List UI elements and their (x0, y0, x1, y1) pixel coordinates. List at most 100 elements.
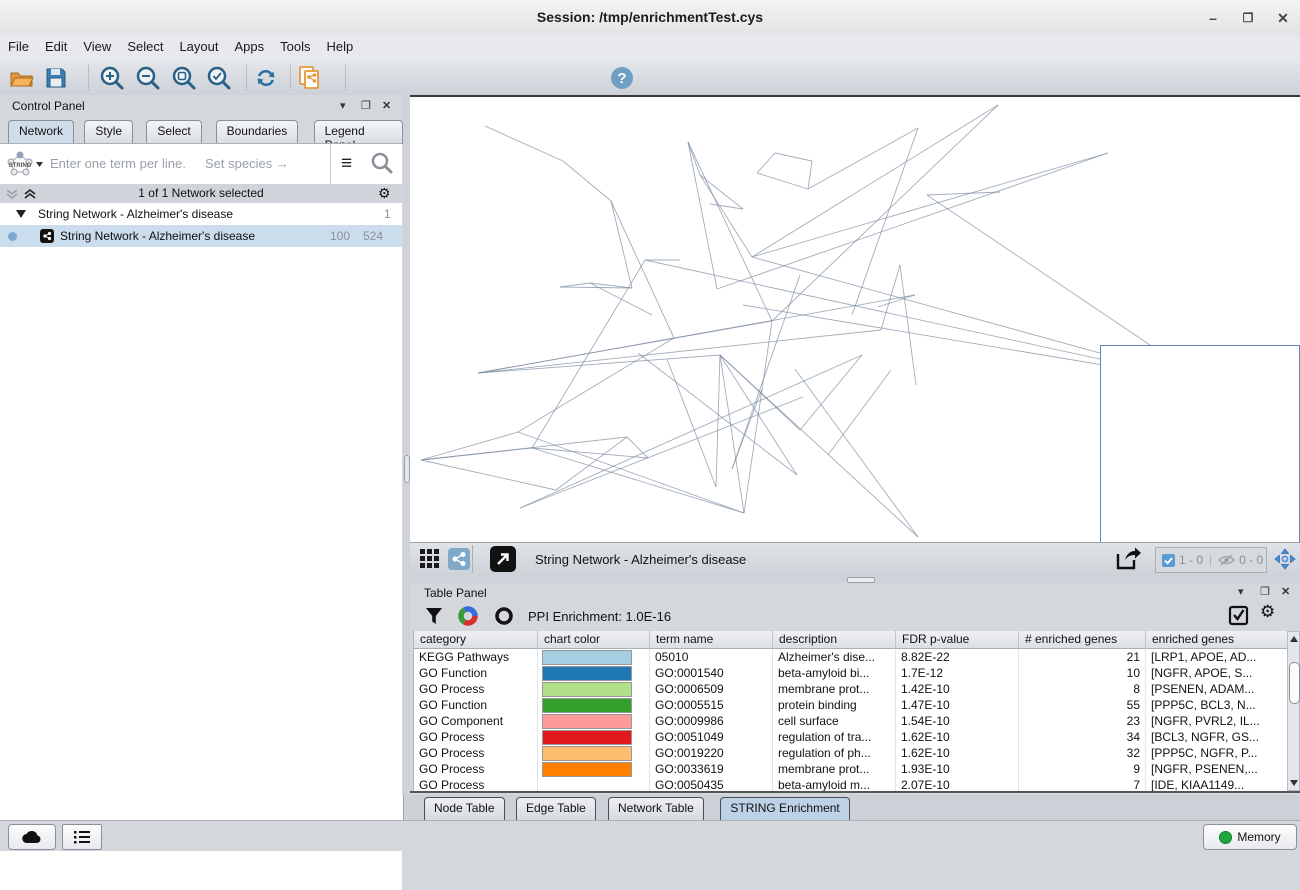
cell-genes[interactable]: [NGFR, APOE, S... (1146, 665, 1288, 681)
cell-color[interactable] (538, 745, 650, 761)
tab-select[interactable]: Select (146, 120, 201, 144)
string-term-input[interactable]: Enter one term per line. (50, 156, 186, 171)
minimize-button[interactable]: – (1198, 8, 1228, 28)
column-header-category[interactable]: category (414, 631, 538, 649)
open-in-window-icon[interactable] (490, 546, 516, 572)
menu-layout[interactable]: Layout (171, 35, 226, 58)
cell-description[interactable]: cell surface (773, 713, 896, 729)
cell-fdr[interactable]: 8.82E-22 (896, 649, 1019, 665)
cell-count[interactable]: 7 (1019, 777, 1146, 791)
cell-color[interactable] (538, 729, 650, 745)
horizontal-splitter[interactable] (410, 575, 1300, 583)
cell-fdr[interactable]: 2.07E-10 (896, 777, 1019, 791)
cell-fdr[interactable]: 1.7E-12 (896, 665, 1019, 681)
cell-term[interactable]: GO:0006509 (650, 681, 773, 697)
vertical-splitter[interactable] (403, 95, 410, 820)
cell-color[interactable] (538, 649, 650, 665)
zoom-fit-button[interactable] (170, 64, 198, 92)
refresh-button[interactable] (252, 64, 280, 92)
expand-all-icon[interactable] (23, 188, 37, 200)
cell-description[interactable]: beta-amyloid m... (773, 777, 896, 791)
network-options-gear-icon[interactable]: ⚙ (378, 185, 391, 202)
cell-genes[interactable]: [NGFR, PSENEN,... (1146, 761, 1288, 777)
cell-category[interactable]: KEGG Pathways (414, 649, 538, 665)
cell-color[interactable] (538, 777, 650, 791)
cell-description[interactable]: membrane prot... (773, 761, 896, 777)
cell-category[interactable]: GO Process (414, 681, 538, 697)
cell-description[interactable]: membrane prot... (773, 681, 896, 697)
zoom-in-button[interactable] (98, 64, 126, 92)
cell-count[interactable]: 10 (1019, 665, 1146, 681)
cell-category[interactable]: GO Component (414, 713, 538, 729)
cell-fdr[interactable]: 1.42E-10 (896, 681, 1019, 697)
birdseye-view[interactable] (1100, 345, 1300, 544)
cell-count[interactable]: 9 (1019, 761, 1146, 777)
memory-button[interactable]: Memory (1203, 824, 1297, 850)
panel-close-icon[interactable]: ✕ (382, 99, 391, 112)
cell-category[interactable]: GO Function (414, 665, 538, 681)
menu-help[interactable]: Help (319, 35, 362, 58)
scroll-down-icon[interactable] (1290, 780, 1298, 786)
enrichment-table[interactable]: categorychart colorterm namedescriptionF… (413, 631, 1288, 791)
table-scrollbar[interactable] (1287, 631, 1300, 791)
cell-term[interactable]: GO:0051049 (650, 729, 773, 745)
collapse-all-icon[interactable] (5, 188, 19, 200)
species-selector[interactable]: Set species → (205, 156, 289, 171)
cell-category[interactable]: GO Process (414, 729, 538, 745)
cell-category[interactable]: GO Process (414, 745, 538, 761)
cell-term[interactable]: GO:0050435 (650, 777, 773, 791)
scroll-up-icon[interactable] (1290, 636, 1298, 642)
cell-color[interactable] (538, 665, 650, 681)
panel-float-icon[interactable]: ❐ (1260, 585, 1270, 598)
grid-view-icon[interactable] (420, 549, 441, 570)
cell-genes[interactable]: [PPP5C, NGFR, P... (1146, 745, 1288, 761)
menu-apps[interactable]: Apps (227, 35, 273, 58)
panel-float-icon[interactable]: ❐ (361, 99, 371, 112)
cell-color[interactable] (538, 681, 650, 697)
tab-network-table[interactable]: Network Table (608, 797, 704, 820)
menu-tools[interactable]: Tools (272, 35, 318, 58)
zoom-out-button[interactable] (134, 64, 162, 92)
cell-genes[interactable]: [BCL3, NGFR, GS... (1146, 729, 1288, 745)
cell-description[interactable]: protein binding (773, 697, 896, 713)
cell-term[interactable]: 05010 (650, 649, 773, 665)
tab-legend-panel[interactable]: Legend Panel (314, 120, 403, 144)
column-header--enriched-genes[interactable]: # enriched genes (1019, 631, 1146, 649)
zoom-selected-button[interactable] (205, 64, 233, 92)
task-list-button[interactable] (62, 824, 102, 850)
cell-genes[interactable]: [NGFR, PVRL2, IL... (1146, 713, 1288, 729)
donut-chart-icon[interactable] (458, 606, 478, 626)
cell-fdr[interactable]: 1.62E-10 (896, 729, 1019, 745)
menu-select[interactable]: Select (119, 35, 171, 58)
scrollbar-thumb[interactable] (1289, 662, 1300, 704)
ring-chart-icon[interactable] (494, 606, 514, 626)
cell-fdr[interactable]: 1.54E-10 (896, 713, 1019, 729)
close-button[interactable]: ✕ (1268, 8, 1298, 28)
tab-boundaries[interactable]: Boundaries (216, 120, 299, 144)
network-share-icon[interactable] (448, 548, 470, 570)
cloud-button[interactable] (8, 824, 56, 850)
column-header-FDR-p-value[interactable]: FDR p-value (896, 631, 1019, 649)
cell-genes[interactable]: [PSENEN, ADAM... (1146, 681, 1288, 697)
filter-icon[interactable] (424, 606, 444, 626)
menu-file[interactable]: File (0, 35, 37, 58)
tab-network[interactable]: Network (8, 120, 74, 144)
cell-count[interactable]: 34 (1019, 729, 1146, 745)
cell-color[interactable] (538, 697, 650, 713)
cell-color[interactable] (538, 713, 650, 729)
save-session-button[interactable] (42, 64, 70, 92)
cell-genes[interactable]: [LRP1, APOE, AD... (1146, 649, 1288, 665)
network-from-file-button[interactable] (296, 64, 324, 92)
tab-style[interactable]: Style (84, 120, 133, 144)
export-network-icon[interactable] (1115, 546, 1142, 572)
select-columns-icon[interactable] (1228, 605, 1249, 626)
network-row[interactable]: String Network - Alzheimer's disease 100… (0, 225, 402, 247)
string-logo-icon[interactable]: STRING (4, 150, 44, 178)
cell-category[interactable]: GO Process (414, 761, 538, 777)
cell-count[interactable]: 55 (1019, 697, 1146, 713)
panel-menu-icon[interactable]: ▾ (340, 99, 346, 112)
table-settings-gear-icon[interactable]: ⚙ (1260, 602, 1275, 622)
cell-category[interactable]: GO Function (414, 697, 538, 713)
cell-term[interactable]: GO:0005515 (650, 697, 773, 713)
cell-count[interactable]: 21 (1019, 649, 1146, 665)
